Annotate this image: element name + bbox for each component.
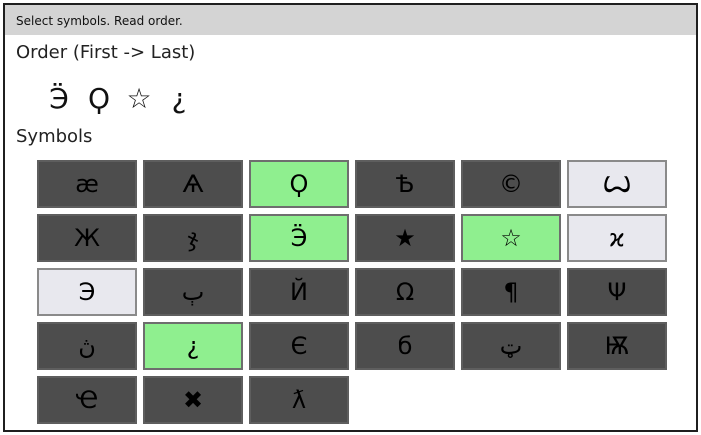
symbol-tile[interactable]: Ж [37, 214, 137, 262]
order-heading: Order (First -> Last) [16, 42, 196, 63]
order-symbol-3: ☆ [126, 81, 152, 115]
symbol-tile[interactable]: ϰ [567, 214, 667, 262]
symbol-tile[interactable]: Ϙ [249, 160, 349, 208]
symbol-tile[interactable]: Ω [355, 268, 455, 316]
symbol-tile[interactable]: Ӭ [249, 214, 349, 262]
title-bar: Select symbols. Read order. [5, 5, 696, 35]
symbol-tile[interactable]: Ѧ [143, 160, 243, 208]
symbol-tile[interactable]: Ҽ [37, 376, 137, 424]
symbol-tile[interactable]: ƛ [249, 376, 349, 424]
order-symbol-4: ¿ [171, 81, 187, 115]
symbol-tile[interactable]: ¶ [461, 268, 561, 316]
order-sequence: Ӭ Ϙ ☆ ¿ [45, 78, 193, 118]
symbol-tile[interactable]: ڽ [37, 322, 137, 370]
symbol-tile[interactable]: Ꙍ [567, 160, 667, 208]
symbol-tile[interactable]: ٻ [143, 268, 243, 316]
symbol-tile[interactable]: Ψ [567, 268, 667, 316]
symbol-tile[interactable]: Ѭ [567, 322, 667, 370]
symbols-heading: Symbols [16, 126, 93, 147]
symbol-tile[interactable]: ✖ [143, 376, 243, 424]
symbol-tile[interactable]: Э [37, 268, 137, 316]
symbol-tile[interactable]: © [461, 160, 561, 208]
symbol-tile[interactable]: ¿ [143, 322, 243, 370]
symbol-tile[interactable]: ჯ [143, 214, 243, 262]
symbol-tile[interactable]: б [355, 322, 455, 370]
symbol-tile[interactable]: æ [37, 160, 137, 208]
order-symbol-2: Ϙ [87, 81, 111, 115]
symbol-tile[interactable]: ★ [355, 214, 455, 262]
symbol-tile[interactable]: ټ [461, 322, 561, 370]
symbol-grid: æ Ѧ Ϙ Ѣ © Ꙍ Жჯ Ӭ ★ ☆ ϰ Э ٻ Й Ω ¶ Ψ ڽ ¿ Єб ټ Ѭ Ҽ ✖ ƛ [37, 160, 667, 424]
order-symbol-1: Ӭ [49, 81, 69, 115]
app-window: Select symbols. Read order. Order (First… [3, 3, 698, 432]
window-title: Select symbols. Read order. [16, 14, 183, 28]
symbol-tile[interactable]: Й [249, 268, 349, 316]
symbol-tile[interactable]: Ѣ [355, 160, 455, 208]
symbol-tile[interactable]: ☆ [461, 214, 561, 262]
symbol-tile[interactable]: Є [249, 322, 349, 370]
